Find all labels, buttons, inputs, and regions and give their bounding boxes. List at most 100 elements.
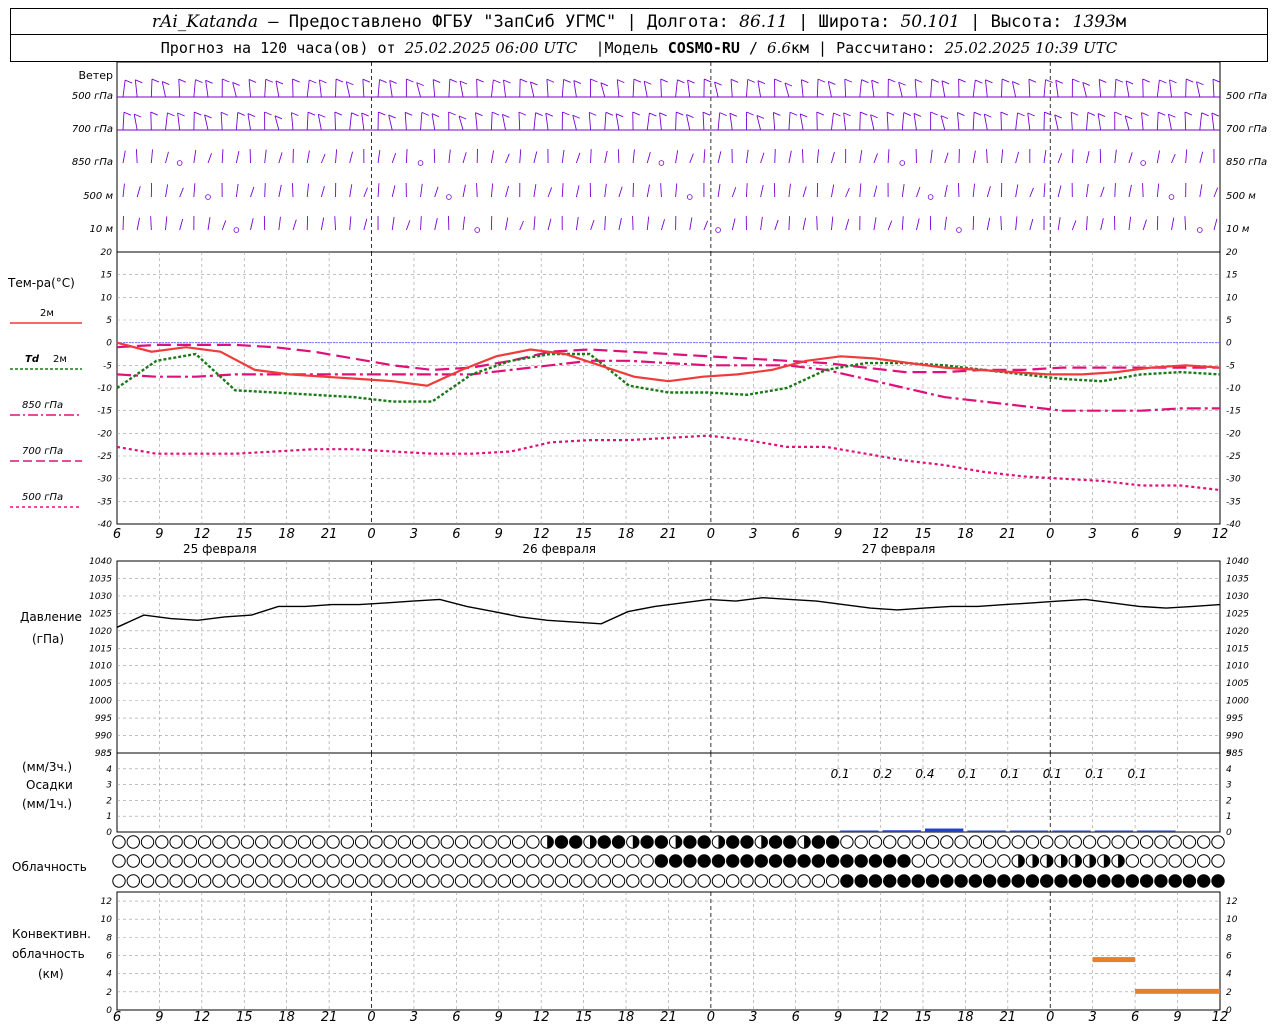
wind-barb-feather: [632, 111, 640, 116]
wind-barb: [870, 114, 875, 131]
cloud-cover-symbol: [740, 835, 754, 849]
cloud-cover-symbol: [397, 854, 412, 868]
wind-barb-feather: [861, 79, 869, 84]
wind-barb: [207, 217, 211, 231]
cloud-cover-symbol: [968, 854, 983, 868]
cloud-cover-symbol: [483, 835, 497, 849]
precip-3h-label: 0.1: [1128, 767, 1147, 781]
wind-barb-feather: [589, 111, 597, 116]
wind-barb-feather: [247, 113, 256, 117]
wind-barb-feather: [1115, 78, 1124, 83]
cloud-cover-symbol: [968, 874, 983, 888]
cloud-cover-symbol: [654, 854, 669, 868]
wind-barb: [1167, 114, 1172, 131]
cloud-cover-symbol: [454, 874, 469, 888]
wind-barb-feather: [503, 79, 511, 84]
wind-barb: [916, 186, 921, 198]
cloud-cover-symbol: [1097, 835, 1111, 849]
wind-barb: [873, 217, 877, 231]
wind-barb: [784, 82, 790, 98]
cloud-cover-half: [675, 835, 682, 849]
temp-ytick-right: 5: [1226, 316, 1232, 326]
wind-barb-feather: [931, 78, 940, 83]
wind-barb-feather: [660, 78, 668, 83]
temp-ytick-left: -5: [103, 361, 112, 371]
cloud-cover-symbol: [126, 874, 140, 888]
cloud-cover-symbol: [1139, 854, 1154, 868]
cloud-cover-symbol: [569, 874, 583, 888]
cloud-cover-symbol: [982, 835, 997, 849]
cloud-cover-symbol: [597, 835, 611, 849]
legend-2m-label: 2м: [40, 308, 54, 319]
precip-bar: [1009, 830, 1049, 832]
wind-calm-marker: [176, 160, 183, 166]
cloud-cover-symbol: [825, 874, 840, 888]
time-axis-bottom-xtick: 12: [194, 1010, 211, 1024]
cloud-cover-symbol: [226, 835, 240, 849]
wind-barb: [604, 183, 607, 198]
pressure-ytick-left: 1025: [89, 609, 112, 619]
cloud-cover-symbol: [1197, 854, 1211, 868]
cloud-cover-symbol: [997, 854, 1011, 868]
wind-barb: [1156, 150, 1160, 164]
pressure-ytick-left: 1040: [89, 557, 112, 567]
wind-barb-feather: [459, 80, 468, 85]
wind-barb-feather: [1212, 78, 1221, 83]
wind-barb: [760, 216, 763, 231]
cloud-cover-symbol: [1197, 874, 1211, 888]
wind-barb: [377, 79, 381, 98]
cloud-cover-symbol: [1168, 854, 1182, 868]
cloud-cover-symbol: [1182, 854, 1197, 868]
wind-barb-feather: [518, 111, 527, 116]
convective-ytick-left: 2: [106, 988, 112, 998]
cloud-cover-symbol: [283, 835, 297, 849]
wind-barb: [845, 187, 850, 198]
cloud-cover-symbol: [297, 835, 312, 849]
time-axis-top-xtick: 21: [321, 527, 338, 542]
wind-barb: [887, 220, 893, 231]
wind-barb-feather: [351, 112, 359, 117]
convective-panel-frame: [116, 891, 1221, 1011]
wind-barb-feather: [659, 112, 667, 117]
wind-barb: [306, 150, 310, 164]
temp-ytick-right: -10: [1226, 384, 1241, 394]
wind-barb-feather: [1201, 112, 1209, 117]
time-axis-top-xtick: 0: [367, 527, 375, 542]
wind-barb: [320, 185, 325, 198]
cloud-cover-symbol: [768, 835, 783, 849]
cloud-cover-symbol: [754, 874, 768, 888]
cloud-cover-symbol: [312, 874, 326, 888]
wind-barb: [264, 183, 266, 198]
wind-barb-feather: [975, 79, 983, 84]
wind-barb: [122, 216, 124, 231]
wind-barb: [1185, 79, 1187, 98]
wind-barb-feather: [195, 79, 203, 84]
cloud-cover-symbol: [925, 854, 940, 868]
wind-barb: [221, 220, 227, 231]
wind-barb: [1114, 79, 1117, 98]
cloud-cover-symbol: [1154, 835, 1168, 849]
wind-barb: [972, 183, 976, 198]
cloud-cover-symbol: [540, 874, 554, 888]
wind-barb-feather: [590, 78, 598, 83]
cloud-cover-symbol: [112, 835, 126, 849]
wind-barb: [788, 183, 791, 198]
wind-barb: [278, 184, 282, 198]
wind-barb: [264, 79, 267, 98]
wind-barb: [519, 149, 522, 164]
cloud-cover-symbol: [412, 874, 426, 888]
wind-barb: [1199, 151, 1204, 164]
cloud-cover-symbol: [854, 874, 868, 888]
wind-barb: [334, 112, 336, 131]
cloud-cover-symbol: [340, 835, 355, 849]
wind-barb-feather: [124, 79, 133, 84]
cloud-cover-symbol: [1182, 874, 1197, 888]
cloud-cover-symbol: [569, 854, 583, 868]
time-axis-bottom-xtick: 9: [1173, 1010, 1181, 1024]
wind-calm-marker: [1197, 227, 1203, 233]
wind-level-10m-right: 10 м: [1226, 224, 1250, 235]
temp-ytick-right: 0: [1226, 339, 1232, 349]
wind-barb: [689, 153, 694, 164]
cloud-cover-symbol: [440, 854, 454, 868]
wind-barb: [264, 149, 267, 164]
